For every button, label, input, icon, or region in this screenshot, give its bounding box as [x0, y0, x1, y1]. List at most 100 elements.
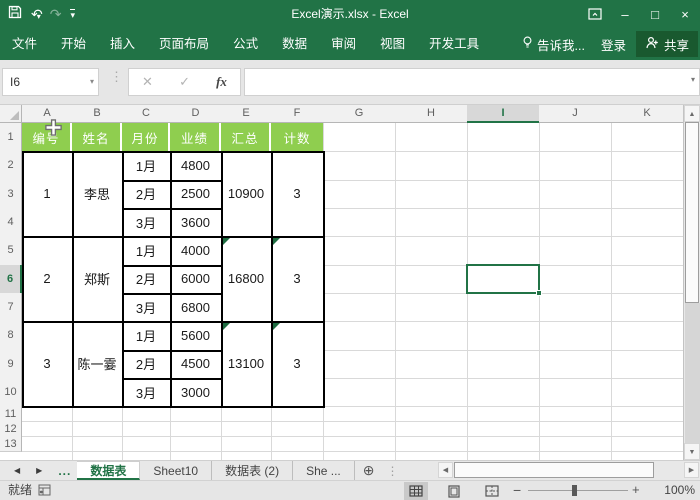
column-header-C[interactable]: C — [122, 105, 171, 123]
cell-A2[interactable]: 1 — [22, 151, 72, 236]
column-header-D[interactable]: D — [170, 105, 222, 123]
sheet-tab-2[interactable]: 数据表 (2) — [212, 461, 293, 480]
cell-D4[interactable]: 3600 — [170, 208, 221, 236]
vertical-scrollbar[interactable]: ▲ ▼ — [683, 105, 700, 460]
tab-splitter-handle[interactable]: ⋮ — [383, 461, 403, 480]
ribbon-tab-1[interactable]: 开始 — [49, 28, 98, 60]
cell-D10[interactable]: 3000 — [170, 378, 221, 406]
fill-handle[interactable] — [536, 290, 542, 296]
cell-E1[interactable]: 汇总 — [221, 123, 271, 151]
row-header-1[interactable]: 1 — [0, 123, 22, 152]
ribbon-tab-file[interactable]: 文件 — [0, 28, 49, 60]
cell-F2[interactable]: 3 — [271, 151, 323, 236]
cell-A5[interactable]: 2 — [22, 236, 72, 321]
previous-sheet-icon[interactable]: ◀ — [14, 466, 20, 475]
cell-D8[interactable]: 5600 — [170, 321, 221, 349]
cell-C8[interactable]: 1月 — [122, 321, 170, 349]
cell-C7[interactable]: 3月 — [122, 293, 170, 321]
zoom-slider-thumb[interactable] — [572, 485, 577, 496]
cell-C4[interactable]: 3月 — [122, 208, 170, 236]
select-all-corner[interactable] — [0, 105, 22, 123]
horizontal-scrollbar[interactable]: ◀ ▶ — [438, 461, 700, 479]
row-header-11[interactable]: 11 — [0, 406, 22, 422]
tell-me-button[interactable]: 告诉我... — [516, 35, 591, 54]
row-header-12[interactable]: 12 — [0, 421, 22, 437]
add-sheet-icon[interactable]: ⊕ — [355, 461, 383, 480]
cell-C2[interactable]: 1月 — [122, 151, 170, 179]
collapse-formula-bar-icon[interactable]: ▾ — [691, 75, 695, 84]
sign-in-button[interactable]: 登录 — [593, 35, 634, 54]
cell-E2[interactable]: 10900 — [221, 151, 271, 236]
cell-C6[interactable]: 2月 — [122, 265, 170, 293]
next-sheet-icon[interactable]: ▶ — [36, 466, 42, 475]
column-header-G[interactable]: G — [323, 105, 396, 123]
zoom-in-icon[interactable]: + — [632, 481, 640, 499]
row-header-13[interactable]: 13 — [0, 436, 22, 452]
sheet-tab-1[interactable]: Sheet10 — [140, 461, 212, 480]
zoom-level[interactable]: 100% — [653, 481, 695, 500]
ribbon-tab-6[interactable]: 审阅 — [319, 28, 368, 60]
column-header-E[interactable]: E — [221, 105, 272, 123]
cell-C10[interactable]: 3月 — [122, 378, 170, 406]
row-header-3[interactable]: 3 — [0, 180, 22, 209]
cell-F8[interactable]: 3 — [271, 321, 323, 406]
column-header-K[interactable]: K — [611, 105, 684, 123]
row-header-10[interactable]: 10 — [0, 378, 22, 407]
horizontal-scrollbar-thumb[interactable] — [454, 462, 654, 478]
cell-D2[interactable]: 4800 — [170, 151, 221, 179]
ribbon-tab-3[interactable]: 页面布局 — [147, 28, 221, 60]
cell-B8[interactable]: 陈一霎 — [72, 321, 122, 406]
zoom-out-icon[interactable]: − — [513, 481, 521, 499]
cell-B5[interactable]: 郑斯 — [72, 236, 122, 321]
column-header-H[interactable]: H — [395, 105, 468, 123]
page-layout-view-button[interactable] — [442, 482, 466, 500]
cell-A8[interactable]: 3 — [22, 321, 72, 406]
cell-D9[interactable]: 4500 — [170, 350, 221, 378]
macro-record-icon[interactable] — [38, 484, 51, 499]
cell-F5[interactable]: 3 — [271, 236, 323, 321]
cell-E5[interactable]: 16800 — [221, 236, 271, 321]
cell-B2[interactable]: 李思 — [72, 151, 122, 236]
row-header-5[interactable]: 5 — [0, 236, 22, 265]
selected-cell-I6[interactable] — [466, 264, 540, 294]
column-header-J[interactable]: J — [539, 105, 612, 123]
cell-F1[interactable]: 计数 — [271, 123, 323, 151]
cell-C3[interactable]: 2月 — [122, 180, 170, 208]
page-break-preview-button[interactable] — [480, 482, 504, 500]
vertical-scrollbar-track[interactable] — [685, 303, 700, 443]
zoom-slider-track[interactable] — [528, 490, 628, 491]
cell-D6[interactable]: 6000 — [170, 265, 221, 293]
cell-D5[interactable]: 4000 — [170, 236, 221, 264]
column-header-I[interactable]: I — [467, 105, 540, 123]
row-header-6[interactable]: 6 — [0, 265, 22, 294]
normal-view-button[interactable] — [404, 482, 428, 500]
ribbon-tab-5[interactable]: 数据 — [270, 28, 319, 60]
row-header-9[interactable]: 9 — [0, 350, 22, 379]
ribbon-tab-2[interactable]: 插入 — [98, 28, 147, 60]
sheet-tabs-overflow[interactable]: ... — [52, 461, 77, 480]
close-button[interactable]: × — [670, 0, 700, 28]
vertical-scrollbar-thumb[interactable] — [685, 122, 699, 303]
ribbon-tab-4[interactable]: 公式 — [221, 28, 270, 60]
formula-bar-handle[interactable]: ⋮ — [110, 72, 123, 82]
column-header-F[interactable]: F — [271, 105, 324, 123]
row-header-2[interactable]: 2 — [0, 151, 22, 180]
name-box-dropdown-icon[interactable]: ▾ — [90, 69, 94, 95]
cell-D7[interactable]: 6800 — [170, 293, 221, 321]
spreadsheet-grid[interactable]: ▲ ▼ ABCDEFGHIJK12345678910111213编号姓名月份业绩… — [0, 105, 700, 460]
share-button[interactable]: 共享 — [636, 31, 698, 57]
scroll-right-icon[interactable]: ▶ — [684, 462, 699, 478]
row-header-8[interactable]: 8 — [0, 321, 22, 350]
name-box[interactable]: I6 ▾ — [2, 68, 99, 96]
ribbon-display-options-icon[interactable] — [580, 0, 610, 28]
cell-D1[interactable]: 业绩 — [170, 123, 221, 151]
cell-C9[interactable]: 2月 — [122, 350, 170, 378]
scroll-up-icon[interactable]: ▲ — [684, 105, 700, 122]
cell-E8[interactable]: 13100 — [221, 321, 271, 406]
sheet-tab-3[interactable]: She ... — [293, 461, 355, 480]
column-header-B[interactable]: B — [72, 105, 123, 123]
cell-D3[interactable]: 2500 — [170, 180, 221, 208]
maximize-button[interactable]: □ — [640, 0, 670, 28]
insert-function-icon[interactable]: fx — [216, 74, 227, 90]
cell-C1[interactable]: 月份 — [122, 123, 170, 151]
